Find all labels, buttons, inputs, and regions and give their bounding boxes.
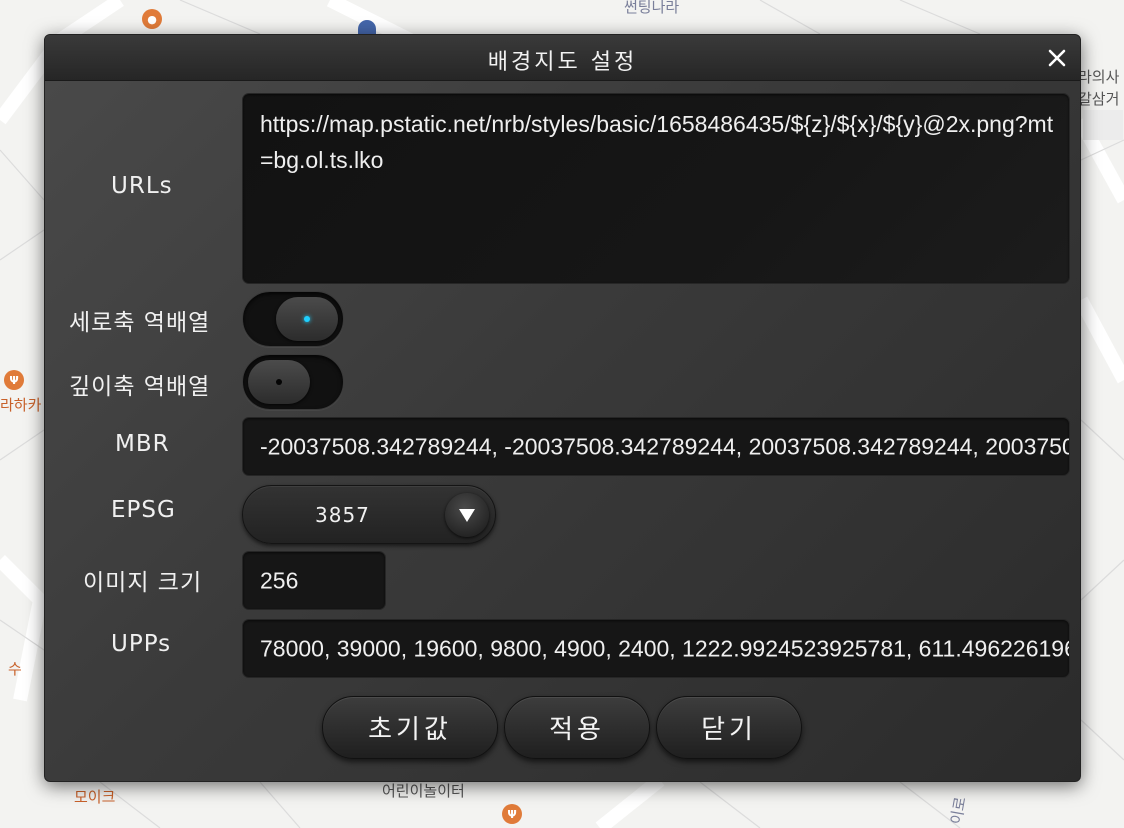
invert-z-toggle[interactable]: [242, 354, 344, 410]
urls-textarea[interactable]: https://map.pstatic.net/nrb/styles/basic…: [242, 93, 1070, 284]
map-label-left-low: 수: [8, 660, 22, 678]
restaurant-poi-icon: Ψ: [4, 370, 24, 390]
map-label-left-mid: 라하카: [0, 396, 42, 414]
bank-poi-icon: [358, 20, 376, 34]
triangle-down-icon: [459, 509, 475, 522]
image-size-input[interactable]: 256: [242, 551, 386, 610]
urls-value: https://map.pstatic.net/nrb/styles/basic…: [260, 111, 1054, 173]
map-label-top-center: 썬팅나라: [624, 0, 680, 16]
epsg-selected-value: 3857: [315, 503, 370, 527]
image-size-label: 이미지 크기: [83, 570, 203, 596]
toggle-indicator-dot: [276, 379, 282, 385]
invert-y-label: 세로축 역배열: [69, 310, 211, 336]
epsg-label: EPSG: [111, 497, 176, 523]
cafe-poi-icon: ●: [142, 9, 162, 29]
map-label-right-top-2: 갈삼거: [1078, 90, 1120, 108]
map-label-bottom-mid: 어린이놀이터: [382, 782, 465, 800]
upps-label: UPPs: [111, 631, 172, 657]
close-dialog-button[interactable]: [1042, 43, 1072, 73]
close-icon: [1048, 49, 1066, 67]
apply-button[interactable]: 적용: [504, 696, 650, 759]
toggle-knob: [276, 297, 338, 341]
mbr-label: MBR: [115, 431, 170, 457]
basemap-settings-dialog: 배경지도 설정 URLs https://map.pstatic.net/nrb…: [44, 34, 1081, 782]
urls-label: URLs: [111, 173, 173, 199]
map-label-bottom-left: 모이크: [74, 788, 116, 806]
upps-input[interactable]: 78000, 39000, 19600, 9800, 4900, 2400, 1…: [242, 619, 1070, 678]
dialog-title: 배경지도 설정: [487, 50, 638, 75]
dropdown-arrow-button[interactable]: [445, 493, 489, 537]
mbr-input[interactable]: -20037508.342789244, -20037508.342789244…: [242, 417, 1070, 476]
invert-y-toggle[interactable]: [242, 291, 344, 347]
toggle-knob: [248, 360, 310, 404]
epsg-select[interactable]: 3857: [242, 485, 496, 544]
upps-value: 78000, 39000, 19600, 9800, 4900, 2400, 1…: [260, 635, 1070, 661]
invert-z-label: 깊이축 역배열: [69, 374, 211, 400]
restaurant-poi-icon-2: Ψ: [502, 804, 522, 824]
reset-button[interactable]: 초기값: [322, 696, 498, 759]
mbr-value: -20037508.342789244, -20037508.342789244…: [260, 433, 1069, 459]
image-size-value: 256: [260, 567, 299, 593]
map-label-right-top-1: 라의사: [1078, 68, 1120, 86]
toggle-indicator-dot: [304, 316, 310, 322]
dialog-titlebar[interactable]: 배경지도 설정: [45, 35, 1080, 81]
close-button[interactable]: 닫기: [656, 696, 802, 759]
